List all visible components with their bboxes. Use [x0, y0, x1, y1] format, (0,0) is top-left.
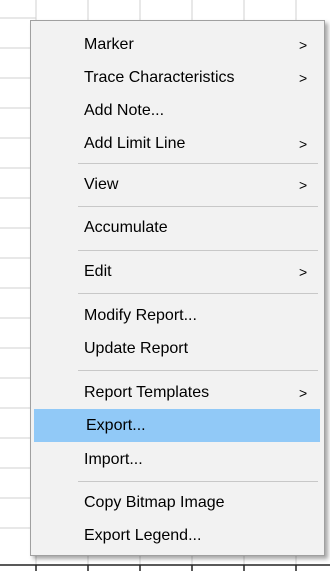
- menu-item-label: Marker: [84, 35, 134, 53]
- menu-item-accumulate[interactable]: Accumulate: [32, 211, 323, 244]
- menu-item-import[interactable]: Import...: [32, 443, 323, 476]
- menu-item-label: Export Legend...: [84, 526, 202, 544]
- menu-item-edit[interactable]: Edit >: [32, 255, 323, 288]
- submenu-chevron-icon: >: [299, 263, 308, 280]
- submenu-chevron-icon: >: [299, 135, 308, 152]
- menu-separator: [78, 370, 318, 371]
- menu-item-trace-characteristics[interactable]: Trace Characteristics >: [32, 61, 323, 94]
- menu-item-modify-report[interactable]: Modify Report...: [32, 299, 323, 332]
- submenu-chevron-icon: >: [299, 176, 308, 193]
- menu-item-copy-bitmap-image[interactable]: Copy Bitmap Image: [32, 486, 323, 519]
- menu-item-label: Import...: [84, 450, 143, 468]
- menu-separator: [78, 293, 318, 294]
- menu-item-label: Update Report: [84, 339, 189, 357]
- menu-item-export[interactable]: Export...: [34, 409, 320, 442]
- menu-item-label: Modify Report...: [84, 306, 197, 324]
- menu-item-export-legend[interactable]: Export Legend...: [32, 519, 323, 552]
- menu-separator: [78, 481, 318, 482]
- menu-item-view[interactable]: View >: [32, 168, 323, 201]
- menu-item-add-limit-line[interactable]: Add Limit Line >: [32, 127, 323, 160]
- submenu-chevron-icon: >: [299, 384, 308, 401]
- menu-item-label: Add Limit Line: [84, 134, 186, 152]
- menu-item-label: Export...: [86, 416, 146, 434]
- menu-item-update-report[interactable]: Update Report: [32, 332, 323, 365]
- menu-item-label: Trace Characteristics: [84, 68, 235, 86]
- menu-item-label: Accumulate: [84, 218, 168, 236]
- menu-item-report-templates[interactable]: Report Templates >: [32, 376, 323, 409]
- menu-separator: [78, 206, 318, 207]
- menu-item-label: Edit: [84, 262, 112, 280]
- context-menu: Marker > Trace Characteristics > Add Not…: [30, 20, 325, 556]
- menu-item-label: View: [84, 175, 119, 193]
- submenu-chevron-icon: >: [299, 36, 308, 53]
- menu-item-add-note[interactable]: Add Note...: [32, 94, 323, 127]
- menu-separator: [78, 163, 318, 164]
- menu-item-label: Add Note...: [84, 101, 165, 119]
- menu-item-marker[interactable]: Marker >: [32, 28, 323, 61]
- menu-item-label: Copy Bitmap Image: [84, 493, 225, 511]
- menu-item-label: Report Templates: [84, 383, 210, 401]
- menu-separator: [78, 250, 318, 251]
- submenu-chevron-icon: >: [299, 69, 308, 86]
